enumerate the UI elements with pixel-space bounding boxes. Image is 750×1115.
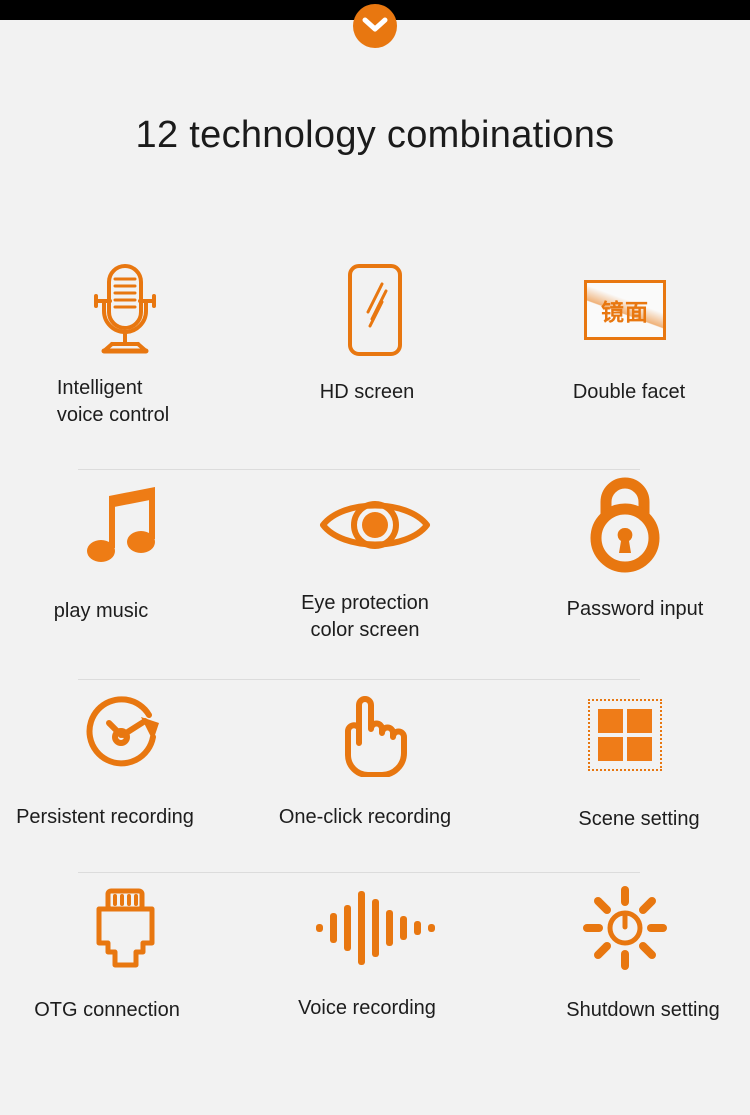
- feature-label: Double facet: [572, 381, 686, 403]
- usb-connector-icon: [89, 873, 161, 983]
- feature-grid: Intelligent voice control HD screen 镜面 D…: [0, 255, 750, 1063]
- grid-squares-icon: [588, 680, 662, 790]
- feature-item-persistent-recording[interactable]: Persistent recording: [0, 680, 250, 873]
- waveform-bar: [329, 913, 337, 943]
- feature-label: HD screen: [319, 381, 415, 403]
- waveform-bar: [399, 916, 407, 940]
- feature-label: Shutdown setting: [566, 999, 720, 1021]
- waveform-bar: [427, 924, 435, 932]
- mirror-tile: 镜面: [584, 280, 666, 340]
- scene-square: [598, 709, 623, 733]
- mirror-panel-icon: 镜面: [584, 255, 666, 365]
- feature-row: play music Eye protection color screen P…: [0, 470, 750, 680]
- scroll-down-button[interactable]: [353, 4, 397, 48]
- music-note-icon: [87, 470, 163, 580]
- scene-grid: [588, 699, 662, 771]
- feature-item-one-click-recording[interactable]: One-click recording: [250, 680, 500, 873]
- clock-refresh-icon: [79, 680, 171, 790]
- feature-label: OTG connection: [34, 999, 180, 1021]
- feature-item-shutdown-setting[interactable]: Shutdown setting: [500, 873, 750, 1063]
- phone-screen-icon: [346, 255, 404, 365]
- feature-item-hd-screen[interactable]: HD screen: [250, 255, 500, 470]
- feature-item-scene-setting[interactable]: Scene setting: [500, 680, 750, 873]
- mirror-tile-text: 镜面: [601, 300, 649, 326]
- feature-row: OTG connection Voice recording Shutdown …: [0, 873, 750, 1063]
- padlock-icon: [584, 470, 666, 580]
- microphone-icon: [82, 255, 168, 365]
- waveform-bar: [371, 899, 379, 957]
- feature-label: Voice recording: [298, 997, 436, 1019]
- feature-row: Persistent recording One-click recording: [0, 680, 750, 873]
- waveform-bar: [413, 921, 421, 935]
- waveform-icon: [315, 873, 435, 983]
- feature-item-double-facet[interactable]: 镜面 Double facet: [500, 255, 750, 470]
- feature-label: Intelligent voice control: [56, 377, 170, 426]
- waveform-bar: [343, 905, 351, 951]
- waveform-bar: [357, 891, 365, 965]
- feature-item-eye-protection-color-screen[interactable]: Eye protection color screen: [250, 470, 500, 680]
- feature-item-voice-recording[interactable]: Voice recording: [250, 873, 500, 1063]
- scene-square: [627, 737, 652, 761]
- feature-item-play-music[interactable]: play music: [0, 470, 250, 680]
- feature-label: Scene setting: [578, 808, 700, 830]
- feature-label: Persistent recording: [16, 806, 194, 828]
- waveform-bar: [385, 910, 393, 946]
- feature-label: Password input: [566, 598, 704, 620]
- eye-icon: [317, 470, 433, 580]
- feature-item-password-input[interactable]: Password input: [500, 470, 750, 680]
- feature-item-intelligent-voice-control[interactable]: Intelligent voice control: [0, 255, 250, 470]
- feature-row: Intelligent voice control HD screen 镜面 D…: [0, 255, 750, 470]
- waveform-bar: [315, 924, 323, 932]
- scene-square: [627, 709, 652, 733]
- page-title: 12 technology combinations: [135, 114, 615, 156]
- scene-square: [598, 737, 623, 761]
- feature-label: One-click recording: [278, 806, 452, 828]
- waveform-bars: [315, 891, 435, 965]
- feature-item-otg-connection[interactable]: OTG connection: [0, 873, 250, 1063]
- feature-label: play music: [53, 600, 149, 622]
- power-rays-icon: [582, 873, 668, 983]
- chevron-down-icon: [362, 17, 388, 35]
- promo-page: 12 technology combinations Intelligent v…: [0, 0, 750, 1115]
- pointing-hand-icon: [340, 680, 410, 790]
- feature-label: Eye protection color screen: [301, 592, 429, 641]
